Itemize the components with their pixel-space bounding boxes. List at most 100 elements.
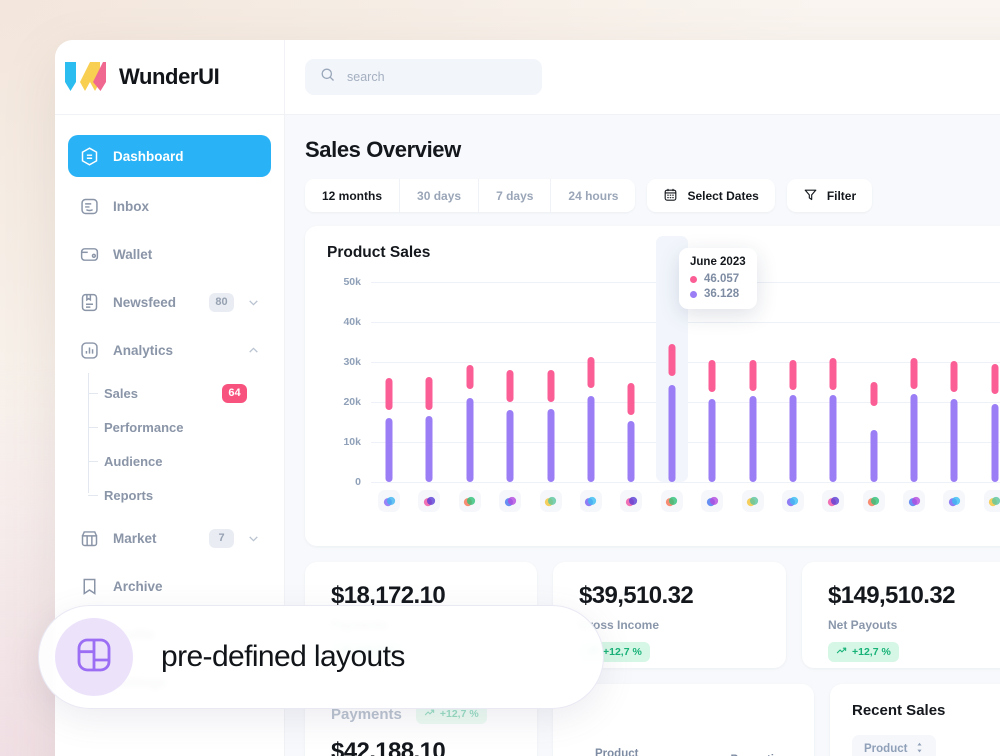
chart-bar-group[interactable] bbox=[694, 282, 730, 482]
sidebar-item-inbox[interactable]: Inbox bbox=[68, 187, 271, 225]
x-axis-tick bbox=[613, 490, 649, 512]
product-icon[interactable] bbox=[903, 490, 926, 512]
stat-delta-badge: +12,7 % bbox=[828, 642, 899, 662]
bar-product-payments bbox=[587, 396, 595, 482]
product-icon[interactable] bbox=[741, 490, 764, 512]
product-icon[interactable] bbox=[539, 490, 562, 512]
sidebar-subitem-audience[interactable]: Audience bbox=[88, 445, 271, 477]
chart-bar-group[interactable] bbox=[856, 282, 892, 482]
y-axis-tick: 40k bbox=[343, 316, 361, 328]
sidebar-subitem-label: Reports bbox=[104, 487, 154, 503]
sidebar-badge: 80 bbox=[209, 292, 234, 312]
y-axis-tick: 0 bbox=[355, 476, 361, 488]
sidebar-item-label: Wallet bbox=[113, 246, 153, 262]
chart-bar-group[interactable] bbox=[815, 282, 851, 482]
sidebar-subitem-performance[interactable]: Performance bbox=[88, 411, 271, 443]
inbox-icon bbox=[79, 196, 100, 217]
product-icon[interactable] bbox=[862, 490, 885, 512]
sidebar-item-archive[interactable]: Archive bbox=[68, 567, 271, 605]
sidebar-item-label: Newsfeed bbox=[113, 294, 177, 310]
chart-legend: Product Payments Promotion bbox=[579, 748, 788, 756]
sidebar-item-label: Analytics bbox=[113, 342, 174, 358]
chart-bar-group[interactable] bbox=[735, 282, 771, 482]
range-7-days[interactable]: 7 days bbox=[479, 179, 552, 212]
product-sort-select[interactable]: Product bbox=[852, 735, 937, 756]
analytics-icon bbox=[79, 340, 100, 361]
legend-label: Product Payments bbox=[595, 748, 639, 756]
stat-value: $39,510.32 bbox=[579, 582, 694, 609]
product-icon[interactable] bbox=[458, 490, 481, 512]
sidebar-subitem-reports[interactable]: Reports bbox=[88, 479, 271, 511]
chevron-up-icon[interactable] bbox=[247, 344, 260, 357]
product-icon[interactable] bbox=[781, 490, 804, 512]
chart-bar-group[interactable] bbox=[654, 236, 690, 482]
bar-promotion bbox=[547, 369, 555, 402]
product-icon[interactable] bbox=[579, 490, 602, 512]
bar-product-payments bbox=[668, 385, 676, 482]
select-dates-button[interactable]: Select Dates bbox=[647, 179, 775, 212]
chevron-down-icon[interactable] bbox=[247, 296, 260, 309]
tooltip-series-dot bbox=[690, 275, 697, 283]
chart-bar-group[interactable] bbox=[452, 282, 488, 482]
bar-promotion bbox=[991, 364, 999, 394]
x-axis-tick bbox=[452, 490, 488, 512]
chart-bar-group[interactable] bbox=[977, 282, 1000, 482]
chart-bar-group[interactable] bbox=[775, 282, 811, 482]
range-24-hours[interactable]: 24 hours bbox=[551, 179, 635, 212]
product-icon[interactable] bbox=[822, 490, 845, 512]
brand[interactable]: WunderUI bbox=[55, 40, 284, 115]
x-axis-tick bbox=[775, 490, 811, 512]
chart-bar-group[interactable] bbox=[613, 282, 649, 482]
x-axis-tick bbox=[694, 490, 730, 512]
range-12-months[interactable]: 12 months bbox=[305, 179, 401, 212]
x-axis-tick bbox=[815, 490, 851, 512]
x-axis-tick bbox=[936, 490, 972, 512]
sidebar-item-dashboard[interactable]: Dashboard bbox=[68, 135, 271, 177]
sidebar-item-label: Market bbox=[113, 530, 157, 546]
bar-product-payments bbox=[466, 398, 474, 482]
filter-button[interactable]: Filter bbox=[786, 179, 873, 212]
product-icon[interactable] bbox=[378, 490, 400, 512]
search-input[interactable]: search bbox=[305, 59, 542, 95]
chart-bar-group[interactable] bbox=[492, 282, 528, 482]
range-30-days[interactable]: 30 days bbox=[400, 179, 480, 212]
chart-bar-group[interactable] bbox=[896, 282, 932, 482]
product-icon[interactable] bbox=[983, 490, 1000, 512]
select-dates-label: Select Dates bbox=[687, 188, 759, 203]
product-icon[interactable] bbox=[660, 490, 683, 512]
product-icon[interactable] bbox=[499, 490, 522, 512]
bar-product-payments bbox=[991, 403, 999, 482]
sidebar-item-wallet[interactable]: Wallet bbox=[68, 235, 271, 273]
sidebar-item-newsfeed[interactable]: Newsfeed 80 bbox=[68, 283, 271, 321]
chart-bar-group[interactable] bbox=[371, 282, 407, 482]
product-icon[interactable] bbox=[620, 490, 643, 512]
y-axis: 0 10k 20k 30k 40k 50k bbox=[327, 276, 361, 488]
chart-legend-card: Product Payments Promotion bbox=[553, 684, 814, 756]
chart-bar-group[interactable] bbox=[573, 282, 609, 482]
product-icon[interactable] bbox=[701, 490, 724, 512]
wallet-icon bbox=[79, 244, 100, 265]
sidebar-item-analytics[interactable]: Analytics bbox=[68, 331, 271, 369]
gridline bbox=[371, 482, 1000, 483]
bar-promotion bbox=[950, 361, 958, 392]
sidebar-subitem-sales[interactable]: Sales 64 bbox=[88, 377, 271, 409]
chart-bar-group[interactable] bbox=[411, 282, 447, 482]
product-icon[interactable] bbox=[943, 490, 966, 512]
bar-promotion bbox=[870, 382, 878, 406]
newsfeed-icon bbox=[79, 292, 100, 313]
chevron-down-icon[interactable] bbox=[247, 532, 260, 545]
bar-product-payments bbox=[829, 394, 837, 482]
chart-bar-group[interactable] bbox=[936, 282, 972, 482]
legend-item-product-payments[interactable]: Product Payments bbox=[579, 748, 689, 756]
bar-product-payments bbox=[385, 418, 393, 482]
stat-value: $42,188.10 bbox=[331, 738, 446, 756]
topbar: search bbox=[285, 40, 1000, 115]
chart-bar-group[interactable] bbox=[533, 282, 569, 482]
bar-promotion bbox=[385, 378, 393, 410]
x-axis-tick bbox=[573, 490, 609, 512]
sidebar-item-market[interactable]: Market 7 bbox=[68, 519, 271, 557]
bar-product-payments bbox=[425, 416, 433, 482]
y-axis-tick: 30k bbox=[343, 356, 361, 368]
product-sales-chart: 0 10k 20k 30k 40k 50k June 2023 46.057 36.128 bbox=[327, 236, 1000, 514]
product-icon[interactable] bbox=[418, 490, 441, 512]
